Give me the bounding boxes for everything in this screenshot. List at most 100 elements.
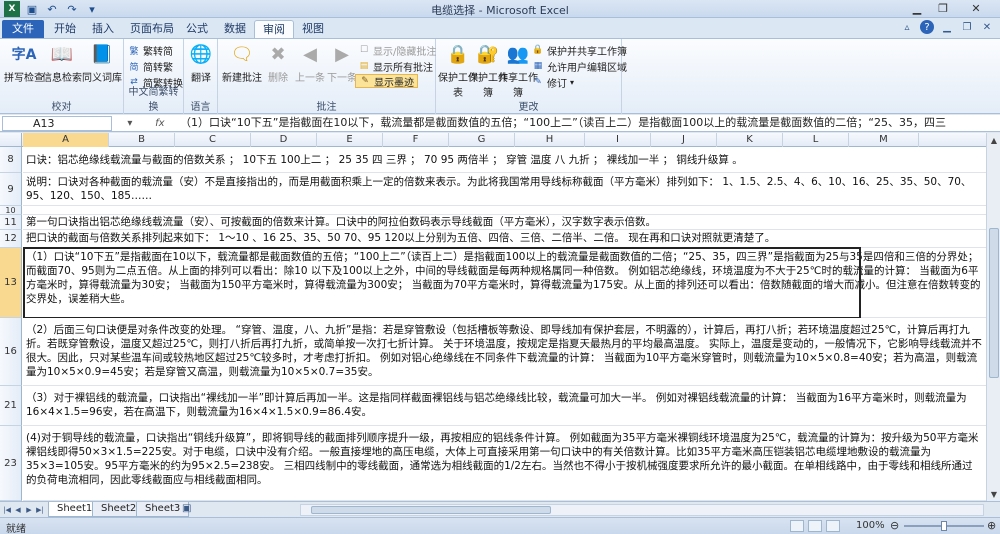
cell-a12[interactable]: 把口诀的截面与倍数关系排列起来如下： 1～10 、16 25、35、50 70、… <box>26 231 982 245</box>
horizontal-scrollbar[interactable] <box>300 504 984 516</box>
zoom-out-icon[interactable]: ⊖ <box>890 519 899 532</box>
minimize-ribbon-icon[interactable]: ▵ <box>900 20 914 34</box>
to-traditional-button[interactable]: 简 简转繁 <box>128 59 173 74</box>
row-header[interactable]: 9 <box>0 173 22 206</box>
tab-home[interactable]: 开始 <box>46 20 84 38</box>
to-simplified-icon: 繁 <box>129 46 139 57</box>
table-row[interactable]: 说明：口诀对各种截面的载流量（安）不是直接指出的，而是用截面积乘上一定的倍数来表… <box>23 173 986 206</box>
column-header-i[interactable]: I <box>585 133 651 147</box>
formula-input[interactable]: （1）口诀“10下五”是指截面在10以下，载流量都是截面数值的五倍；“100上二… <box>180 116 980 131</box>
show-hide-comment-button[interactable]: ☐ 显示/隐藏批注 <box>358 43 436 58</box>
zoom-slider-thumb[interactable] <box>941 521 947 531</box>
column-header-c[interactable]: C <box>175 133 251 147</box>
first-sheet-icon[interactable]: |◀ <box>2 504 12 516</box>
cell-a11[interactable]: 第一句口诀指出铝芯绝缘线载流量（安）、可按截面的倍数来计算。口诀中的阿拉伯数码表… <box>26 215 982 229</box>
to-simplified-button[interactable]: 繁 繁转简 <box>128 43 173 58</box>
research-button[interactable]: 📖 信息检索 <box>40 41 84 85</box>
show-ink-button[interactable]: ✎ 显示墨迹 <box>355 74 418 89</box>
column-header-d[interactable]: D <box>251 133 317 147</box>
insert-function-icon[interactable]: fx <box>155 118 164 129</box>
show-all-comments-button[interactable]: ▤ 显示所有批注 <box>358 59 433 74</box>
group-changes: 🔒 保护工作表 🔐 保护工作簿 👥 共享工作簿 🔒 保护并共享工作簿 ▦ 允许用… <box>436 39 627 114</box>
protect-and-share-button[interactable]: 🔒 保护并共享工作簿 <box>532 43 627 58</box>
row-header[interactable]: 11 <box>0 215 22 230</box>
protect-and-share-icon: 🔒 <box>532 45 544 55</box>
column-header-e[interactable]: E <box>317 133 383 147</box>
tab-insert[interactable]: 插入 <box>84 20 122 38</box>
group-label-comments: 批注 <box>316 102 337 113</box>
tab-review[interactable]: 审阅 <box>254 20 294 38</box>
column-header-b[interactable]: B <box>109 133 175 147</box>
vertical-scrollbar[interactable]: ▲ ▼ <box>986 133 1000 501</box>
column-header-f[interactable]: F <box>383 133 449 147</box>
tab-page-layout[interactable]: 页面布局 <box>122 20 182 38</box>
cell-a16[interactable]: （2）后面三句口诀便是对条件改变的处理。 “穿管、温度，八、九折”是指：若是穿管… <box>26 323 982 383</box>
table-row[interactable]: (4)对于铜导线的载流量，口诀指出“铜线升级算”，即将铜导线的截面排列顺序提升一… <box>23 426 986 501</box>
dropdown-icon: ▾ <box>570 77 575 87</box>
group-label-language: 语言 <box>190 102 211 113</box>
insert-sheet-icon[interactable]: ▣ <box>182 503 191 514</box>
close-icon[interactable]: ✕ <box>956 0 996 17</box>
column-header-m[interactable]: M <box>849 133 919 147</box>
cell-a8[interactable]: 口诀：铝芯绝缘线载流量与截面的倍数关系 ； 10下五 100上二 ； 25 35… <box>26 153 982 167</box>
horizontal-scroll-thumb[interactable] <box>311 506 551 514</box>
help-icon[interactable]: ? <box>920 20 934 34</box>
tab-data[interactable]: 数据 <box>216 20 254 38</box>
tab-view[interactable]: 视图 <box>294 20 332 38</box>
cell-a9[interactable]: 说明：口诀对各种截面的载流量（安）不是直接指出的，而是用截面积乘上一定的倍数来表… <box>26 175 982 205</box>
cell-a21[interactable]: （3）对于裸铝线的载流量，口诀指出“裸线加一半”即计算后再加一半。这是指同样截面… <box>26 391 982 421</box>
table-row[interactable]: 第一句口诀指出铝芯绝缘线载流量（安）、可按截面的倍数来计算。口诀中的阿拉伯数码表… <box>23 215 986 230</box>
column-header-g[interactable]: G <box>449 133 515 147</box>
translate-button[interactable]: 🌐 翻译 <box>179 41 223 85</box>
column-header-k[interactable]: K <box>717 133 783 147</box>
column-header-h[interactable]: H <box>515 133 585 147</box>
table-row[interactable]: （2）后面三句口诀便是对条件改变的处理。 “穿管、温度，八、九折”是指：若是穿管… <box>23 318 986 386</box>
tab-formulas[interactable]: 公式 <box>178 20 216 38</box>
normal-view-icon[interactable] <box>790 520 804 532</box>
thesaurus-button[interactable]: 📘 同义词库 <box>80 41 124 85</box>
table-row[interactable]: 把口诀的截面与倍数关系排列起来如下： 1～10 、16 25、35、50 70、… <box>23 230 986 248</box>
page-layout-view-icon[interactable] <box>808 520 822 532</box>
name-box[interactable]: A13 <box>2 116 112 131</box>
vertical-scroll-thumb[interactable] <box>989 228 999 378</box>
last-sheet-icon[interactable]: ▶| <box>35 504 45 516</box>
row-header[interactable]: 16 <box>0 318 22 386</box>
doc-minimize-icon[interactable]: ▁ <box>940 20 954 34</box>
cell-a23[interactable]: (4)对于铜导线的载流量，口诀指出“铜线升级算”，即将铜导线的截面排列顺序提升一… <box>26 431 982 491</box>
table-row[interactable]: 口诀：铝芯绝缘线载流量与截面的倍数关系 ； 10下五 100上二 ； 25 35… <box>23 147 986 173</box>
worksheet-grid[interactable]: A B C D E F G H I J K L M 8 口诀：铝芯绝缘线载流量与… <box>0 133 986 501</box>
row-header[interactable]: 12 <box>0 230 22 248</box>
prev-sheet-icon[interactable]: ◀ <box>13 504 23 516</box>
column-header-l[interactable]: L <box>783 133 849 147</box>
row-header[interactable]: 8 <box>0 147 22 173</box>
show-all-comments-icon: ▤ <box>359 61 369 71</box>
allow-edit-ranges-button[interactable]: ▦ 允许用户编辑区域 <box>532 59 627 74</box>
row-header[interactable]: 21 <box>0 386 22 426</box>
column-headers: A B C D E F G H I J K L M <box>0 133 986 147</box>
page-break-view-icon[interactable] <box>826 520 840 532</box>
restore-icon[interactable]: ❐ <box>930 0 956 17</box>
zoom-level[interactable]: 100% <box>856 520 885 531</box>
track-changes-icon: ✎ <box>534 77 542 87</box>
doc-restore-icon[interactable]: ❐ <box>960 20 974 34</box>
table-row[interactable]: （3）对于裸铝线的载流量，口诀指出“裸线加一半”即计算后再加一半。这是指同样截面… <box>23 386 986 426</box>
column-header-a[interactable]: A <box>23 133 109 147</box>
column-header-j[interactable]: J <box>651 133 717 147</box>
zoom-slider[interactable] <box>904 521 984 531</box>
track-changes-button[interactable]: ✎ 修订 ▾ <box>532 75 575 90</box>
next-sheet-icon[interactable]: ▶ <box>24 504 34 516</box>
tab-file[interactable]: 文件 <box>2 20 44 38</box>
select-all-corner[interactable] <box>0 133 22 147</box>
namebox-dropdown-icon[interactable]: ▾ <box>127 118 132 129</box>
row-header[interactable]: 13 <box>0 248 22 318</box>
status-bar: 就绪 100% ⊖ ⊕ <box>0 517 1000 534</box>
show-hide-comment-icon: ☐ <box>359 45 369 55</box>
zoom-in-icon[interactable]: ⊕ <box>987 519 996 532</box>
row-header[interactable]: 23 <box>0 426 22 501</box>
table-row[interactable] <box>23 206 986 215</box>
doc-close-icon[interactable]: ✕ <box>980 20 994 34</box>
minimize-icon[interactable]: ▁ <box>904 0 930 17</box>
row-header[interactable]: 10 <box>0 206 22 215</box>
scroll-down-icon[interactable]: ▼ <box>987 487 1000 501</box>
scroll-up-icon[interactable]: ▲ <box>987 133 1000 147</box>
